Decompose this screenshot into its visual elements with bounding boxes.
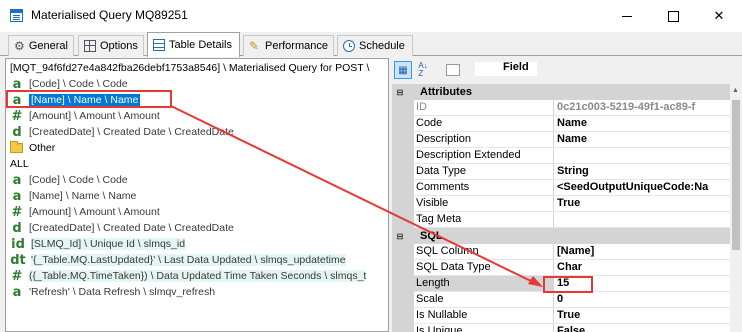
collapse-icon[interactable]: ⊟ bbox=[392, 232, 408, 241]
minimize-icon bbox=[622, 15, 632, 17]
date-type-icon: d bbox=[12, 124, 22, 140]
property-row[interactable]: Visible True bbox=[392, 196, 730, 212]
property-row[interactable]: Comments <SeedOutputUniqueCode:Na bbox=[392, 180, 730, 196]
window-app-icon bbox=[10, 9, 23, 22]
tree-item[interactable]: a [Code] \ Code \ Code bbox=[10, 172, 128, 188]
tab-options[interactable]: Options bbox=[78, 35, 144, 56]
property-row[interactable]: Description Extended bbox=[392, 148, 730, 164]
tree-folder-other[interactable]: Other bbox=[10, 140, 55, 156]
columns-tree[interactable]: [MQT_94f6fd27e4a842fba26debf1753a8546] \… bbox=[5, 58, 389, 332]
paint-icon: ✎ bbox=[249, 39, 260, 53]
property-row[interactable]: Data Type String bbox=[392, 164, 730, 180]
property-row[interactable]: Code Name bbox=[392, 116, 730, 132]
id-type-icon: id bbox=[11, 236, 25, 252]
scroll-up-icon[interactable]: ▲ bbox=[732, 87, 739, 94]
property-grid[interactable]: ⊟ Attributes ID 0c21c003-5219-49f1-ac89-f … bbox=[392, 84, 730, 332]
category-sql[interactable]: ⊟ SQL bbox=[392, 228, 730, 244]
property-row[interactable]: ID 0c21c003-5219-49f1-ac89-f bbox=[392, 100, 730, 116]
tree-group-all[interactable]: ALL bbox=[10, 156, 29, 172]
property-grid-scrollbar[interactable]: ▲ bbox=[730, 84, 742, 332]
property-row-selected[interactable]: Length 15 bbox=[392, 276, 730, 292]
tree-item[interactable]: # ({_Table.MQ.TimeTaken}) \ Data Updated … bbox=[10, 268, 367, 284]
tree-item[interactable]: d [CreatedDate] \ Created Date \ CreatedD… bbox=[10, 124, 234, 140]
alphabetical-sort-button[interactable]: A↓ Z bbox=[414, 61, 432, 79]
property-row[interactable]: Is Nullable True bbox=[392, 308, 730, 324]
tree-root[interactable]: [MQT_94f6fd27e4a842fba26debf1753a8546] \… bbox=[10, 60, 369, 76]
string-type-icon: a bbox=[12, 284, 22, 300]
date-type-icon: d bbox=[12, 220, 22, 236]
category-attributes[interactable]: ⊟ Attributes bbox=[392, 84, 730, 100]
string-type-icon: a bbox=[12, 172, 22, 188]
property-row[interactable]: Scale 0 bbox=[392, 292, 730, 308]
property-row[interactable]: Description Name bbox=[392, 132, 730, 148]
number-type-icon: # bbox=[11, 204, 23, 220]
tree-item[interactable]: dt '{_Table.MQ.LastUpdated}' \ Last Data … bbox=[10, 252, 346, 268]
categorized-view-button[interactable]: ▦ bbox=[394, 61, 412, 79]
tree-item[interactable]: # [Amount] \ Amount \ Amount bbox=[10, 108, 160, 124]
grid-icon bbox=[84, 40, 96, 52]
number-type-icon: # bbox=[11, 268, 23, 284]
close-icon: ✕ bbox=[713, 8, 725, 23]
string-type-icon: a bbox=[12, 188, 22, 204]
folder-icon bbox=[10, 141, 23, 153]
tree-item[interactable]: id [SLMQ_Id] \ Unique Id \ slmqs_id bbox=[10, 236, 186, 252]
tree-item[interactable]: a [Code] \ Code \ Code bbox=[10, 76, 128, 92]
minimize-button[interactable] bbox=[604, 0, 650, 32]
string-type-icon: a bbox=[12, 76, 22, 92]
maximize-button[interactable] bbox=[650, 0, 696, 32]
tree-item[interactable]: d [CreatedDate] \ Created Date \ CreatedD… bbox=[10, 220, 234, 236]
property-pages-icon bbox=[446, 64, 460, 76]
tree-item[interactable]: a 'Refresh' \ Data Refresh \ slmqv_refres… bbox=[10, 284, 215, 300]
properties-toolbar: ▦ A↓ Z Field bbox=[390, 58, 742, 86]
scrollbar-thumb[interactable] bbox=[732, 100, 740, 250]
close-button[interactable]: ✕ bbox=[696, 0, 742, 32]
property-pages-button[interactable] bbox=[444, 61, 462, 79]
datetime-type-icon: dt bbox=[10, 252, 26, 268]
selected-object-label: Field bbox=[503, 61, 529, 73]
tab-bar: ⚙ General Options Table Details ✎ Perfor… bbox=[0, 32, 742, 57]
table-icon bbox=[153, 39, 165, 51]
tree-item[interactable]: # [Amount] \ Amount \ Amount bbox=[10, 204, 160, 220]
gear-icon: ⚙ bbox=[14, 39, 25, 53]
property-row[interactable]: Is Unique False bbox=[392, 324, 730, 332]
collapse-icon[interactable]: ⊟ bbox=[392, 88, 408, 97]
tab-table-details[interactable]: Table Details bbox=[147, 32, 240, 57]
tree-item-selected[interactable]: a [Name] \ Name \ Name bbox=[10, 92, 141, 108]
categorized-icon: ▦ bbox=[398, 64, 408, 76]
tree-item[interactable]: a [Name] \ Name \ Name bbox=[10, 188, 137, 204]
clock-icon bbox=[343, 40, 355, 52]
string-type-icon: a bbox=[12, 92, 22, 108]
tab-performance[interactable]: ✎ Performance bbox=[243, 35, 334, 56]
properties-pane: ▦ A↓ Z Field ⊟ Attributes ID 0c21c003-5219-… bbox=[390, 58, 742, 332]
tab-general[interactable]: ⚙ General bbox=[8, 35, 74, 56]
window-title: Materialised Query MQ89251 bbox=[31, 8, 188, 22]
property-row[interactable]: SQL Column [Name] bbox=[392, 244, 730, 260]
sort-az-icon: A↓ Z bbox=[418, 61, 428, 78]
property-row[interactable]: SQL Data Type Char bbox=[392, 260, 730, 276]
number-type-icon: # bbox=[11, 108, 23, 124]
maximize-icon bbox=[667, 10, 679, 22]
title-bar: Materialised Query MQ89251 ✕ bbox=[0, 0, 742, 32]
property-row[interactable]: Tag Meta bbox=[392, 212, 730, 228]
tab-schedule[interactable]: Schedule bbox=[337, 35, 413, 56]
